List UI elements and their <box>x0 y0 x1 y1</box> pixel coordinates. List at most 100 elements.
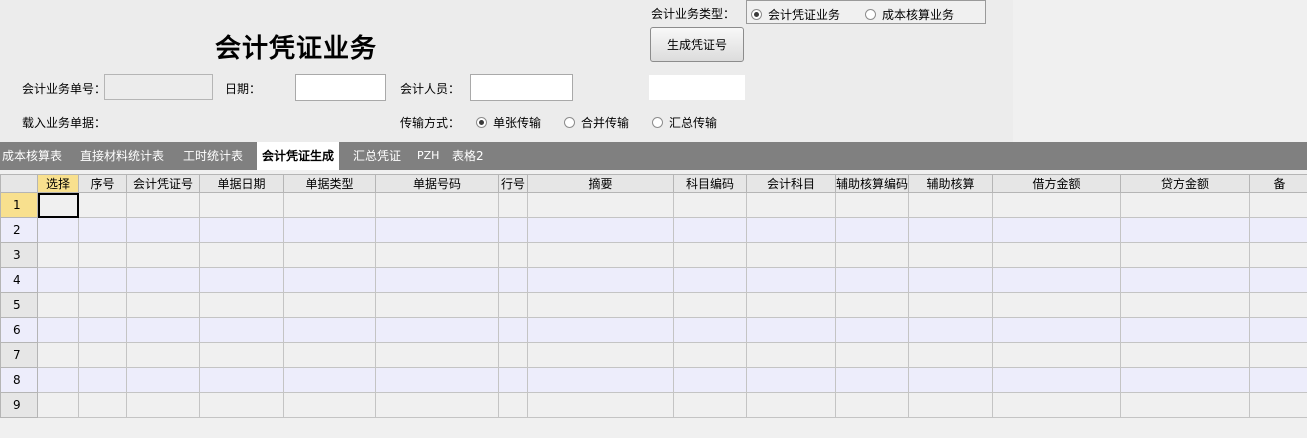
grid-cell[interactable] <box>498 217 528 243</box>
grid-cell[interactable] <box>1120 242 1250 268</box>
tab-table2[interactable]: 表格2 <box>452 142 484 170</box>
grid-cell[interactable] <box>908 267 993 293</box>
radio-transfer-single[interactable]: 单张传输 <box>476 114 541 131</box>
grid-cell[interactable] <box>78 342 127 368</box>
grid-cell[interactable] <box>835 367 909 393</box>
grid-cell[interactable] <box>1249 217 1307 243</box>
column-header[interactable]: 序号 <box>78 174 127 193</box>
grid-cell[interactable] <box>283 292 376 318</box>
column-header[interactable]: 贷方金额 <box>1120 174 1250 193</box>
grid-cell[interactable] <box>283 217 376 243</box>
grid-cell[interactable] <box>78 367 127 393</box>
grid-cell[interactable] <box>283 392 376 418</box>
grid-cell[interactable] <box>126 217 200 243</box>
grid-cell[interactable] <box>1120 292 1250 318</box>
grid-cell[interactable] <box>908 392 993 418</box>
grid-cell[interactable] <box>126 267 200 293</box>
grid-cell[interactable] <box>283 242 376 268</box>
grid-cell[interactable] <box>283 342 376 368</box>
grid-cell[interactable] <box>126 342 200 368</box>
grid-cell[interactable] <box>746 342 836 368</box>
grid-cell[interactable] <box>1249 392 1307 418</box>
radio-type-voucher[interactable]: 会计凭证业务 <box>751 6 840 23</box>
tab-summary-voucher[interactable]: 汇总凭证 <box>353 142 401 170</box>
staff-field[interactable] <box>470 74 573 101</box>
column-header[interactable]: 单据日期 <box>199 174 284 193</box>
column-header[interactable]: 单据号码 <box>375 174 499 193</box>
row-header[interactable]: 4 <box>0 267 38 293</box>
grid-cell[interactable] <box>1120 192 1250 218</box>
grid-cell[interactable] <box>498 317 528 343</box>
grid-cell[interactable] <box>527 292 674 318</box>
grid-cell[interactable] <box>1249 342 1307 368</box>
grid-cell[interactable] <box>375 317 499 343</box>
grid-cell[interactable] <box>1120 267 1250 293</box>
grid-cell[interactable] <box>283 317 376 343</box>
grid-cell[interactable] <box>835 392 909 418</box>
column-header[interactable]: 会计凭证号 <box>126 174 200 193</box>
grid-cell[interactable] <box>527 342 674 368</box>
column-header[interactable]: 单据类型 <box>283 174 376 193</box>
column-header[interactable]: 辅助核算 <box>908 174 993 193</box>
tab-work-hours[interactable]: 工时统计表 <box>183 142 243 170</box>
grid-cell[interactable] <box>992 292 1121 318</box>
grid-cell[interactable] <box>37 342 79 368</box>
grid-cell[interactable] <box>746 367 836 393</box>
row-header[interactable]: 8 <box>0 367 38 393</box>
grid-cell[interactable] <box>673 342 747 368</box>
grid-cell[interactable] <box>126 192 200 218</box>
grid-cell[interactable] <box>126 392 200 418</box>
radio-transfer-summary[interactable]: 汇总传输 <box>652 114 717 131</box>
grid-cell[interactable] <box>527 192 674 218</box>
row-header[interactable]: 2 <box>0 217 38 243</box>
date-field[interactable] <box>295 74 386 101</box>
grid-cell[interactable] <box>746 317 836 343</box>
grid-cell[interactable] <box>199 367 284 393</box>
grid-cell[interactable] <box>835 317 909 343</box>
tab-cost-accounting[interactable]: 成本核算表 <box>2 142 62 170</box>
grid-cell[interactable] <box>908 367 993 393</box>
radio-type-cost[interactable]: 成本核算业务 <box>865 6 954 23</box>
column-header[interactable]: 摘要 <box>527 174 674 193</box>
grid-cell[interactable] <box>746 292 836 318</box>
grid-cell[interactable] <box>375 217 499 243</box>
grid-cell[interactable] <box>375 342 499 368</box>
grid-cell[interactable] <box>78 292 127 318</box>
grid-cell[interactable] <box>199 342 284 368</box>
grid-cell[interactable] <box>673 317 747 343</box>
grid-cell[interactable] <box>498 392 528 418</box>
grid-cell[interactable] <box>283 192 376 218</box>
grid-cell[interactable] <box>1120 317 1250 343</box>
grid-cell[interactable] <box>498 267 528 293</box>
grid-cell[interactable] <box>1249 192 1307 218</box>
column-header[interactable]: 选择 <box>37 174 79 193</box>
grid-cell[interactable] <box>673 217 747 243</box>
grid-cell[interactable] <box>37 317 79 343</box>
column-header[interactable]: 会计科目 <box>746 174 836 193</box>
grid-cell[interactable] <box>78 317 127 343</box>
grid-cell[interactable] <box>908 242 993 268</box>
grid-cell[interactable] <box>199 242 284 268</box>
grid-cell[interactable] <box>835 342 909 368</box>
grid-cell[interactable] <box>37 292 79 318</box>
column-header[interactable]: 借方金额 <box>992 174 1121 193</box>
grid-cell[interactable] <box>673 192 747 218</box>
grid-cell[interactable] <box>673 267 747 293</box>
tab-voucher-generation[interactable]: 会计凭证生成 <box>257 142 340 170</box>
grid-cell[interactable] <box>835 292 909 318</box>
row-header[interactable]: 6 <box>0 317 38 343</box>
grid-cell[interactable] <box>375 292 499 318</box>
grid-cell[interactable] <box>746 267 836 293</box>
grid-cell[interactable] <box>746 217 836 243</box>
grid-cell[interactable] <box>1120 342 1250 368</box>
grid-cell[interactable] <box>78 392 127 418</box>
grid-cell[interactable] <box>908 217 993 243</box>
row-header[interactable]: 9 <box>0 392 38 418</box>
grid-cell[interactable] <box>527 317 674 343</box>
grid-cell[interactable] <box>1120 217 1250 243</box>
grid-cell[interactable] <box>126 242 200 268</box>
grid-cell[interactable] <box>78 192 127 218</box>
tab-direct-material[interactable]: 直接材料统计表 <box>80 142 164 170</box>
grid-cell[interactable] <box>126 292 200 318</box>
voucher-number-field[interactable] <box>649 75 745 100</box>
